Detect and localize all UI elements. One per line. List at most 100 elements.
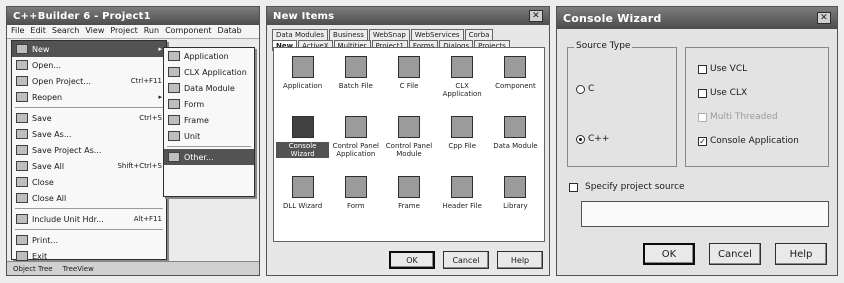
file-menu-item[interactable]: Save All Shift+Ctrl+S — [12, 158, 166, 174]
use-clx-label: Use CLX — [710, 88, 748, 98]
new-submenu-item[interactable]: CLX Application — [164, 64, 254, 80]
ok-button[interactable]: OK — [643, 243, 695, 265]
tab-webservices[interactable]: WebServices — [410, 29, 464, 40]
menu-search[interactable]: Search — [52, 26, 79, 37]
close-icon[interactable]: ✕ — [817, 12, 831, 24]
console-wizard-dialog: Console Wizard ✕ Source Type C C++ Use V… — [556, 6, 838, 276]
radio-cpp[interactable]: C++ — [576, 134, 609, 144]
clx-application-icon — [451, 56, 474, 78]
menu-edit[interactable]: Edit — [30, 26, 46, 37]
file-menu-item[interactable]: Save Project As... — [12, 142, 166, 158]
menu-run[interactable]: Run — [144, 26, 159, 37]
radio-c-label: C — [588, 84, 595, 94]
new-submenu-item[interactable]: Form — [164, 96, 254, 112]
item-dll-wizard[interactable]: DLL Wizard — [276, 176, 329, 228]
tab-business[interactable]: Business — [329, 29, 368, 40]
library-icon — [504, 176, 527, 198]
cbuilder-main-window: C++Builder 6 - Project1 File Edit Search Vi… — [6, 6, 260, 276]
file-menu-item-icon — [16, 193, 28, 203]
item-cpp-file[interactable]: Cpp File — [436, 116, 489, 168]
menu-datab[interactable]: Datab — [218, 26, 242, 37]
item-console-wizard[interactable]: Console Wizard — [276, 116, 330, 168]
file-menu-item-icon — [16, 76, 28, 86]
radio-cpp-label: C++ — [588, 134, 610, 144]
menu-separator — [15, 208, 163, 209]
radio-cpp-indicator — [576, 134, 585, 144]
menu-project[interactable]: Project — [110, 26, 137, 37]
new-submenu-item[interactable]: Unit — [164, 128, 254, 144]
help-button[interactable]: Help — [775, 243, 827, 265]
file-menu-item-label: Reopen — [32, 92, 63, 102]
file-menu-item-label: Save All — [32, 161, 65, 171]
header-file-icon — [451, 176, 474, 198]
item-header-file[interactable]: Header File — [436, 176, 489, 228]
item-application[interactable]: Application — [276, 56, 329, 108]
new-submenu-item-icon — [168, 67, 180, 77]
specify-source-checkbox[interactable] — [569, 183, 578, 192]
options-group: Use VCL Use CLX Multi Threaded ✓ Console… — [685, 47, 829, 167]
new-submenu-item-icon — [168, 51, 180, 61]
c-file-icon — [397, 56, 420, 78]
new-submenu-item[interactable]: Other... — [164, 149, 254, 165]
checkmark-icon: ✓ — [698, 136, 707, 146]
menu-view[interactable]: View — [85, 26, 104, 37]
console-application-checkbox[interactable]: ✓ Console Application — [698, 136, 799, 146]
new-submenu-item[interactable]: Application — [164, 48, 254, 64]
item-label: CLX Application — [442, 82, 482, 98]
file-menu-item-label: Include Unit Hdr... — [32, 214, 104, 224]
file-menu-item[interactable]: Open... — [12, 57, 166, 73]
source-type-group: Source Type C C++ — [567, 41, 677, 167]
menu-file[interactable]: File — [11, 26, 24, 37]
close-icon[interactable]: ✕ — [529, 10, 543, 22]
file-menu-item-label: Save As... — [32, 129, 72, 139]
item-label: Console Wizard — [276, 142, 330, 158]
file-menu-item[interactable]: Save As... — [12, 126, 166, 142]
help-button[interactable]: Help — [497, 251, 543, 269]
project-source-input[interactable] — [581, 201, 829, 227]
new-submenu-item[interactable]: Data Module — [164, 80, 254, 96]
window-title: C++Builder 6 - Project1 — [7, 7, 259, 25]
file-menu-item[interactable]: Close — [12, 174, 166, 190]
item-label: Batch File — [338, 82, 373, 90]
tab-data-modules[interactable]: Data Modules — [272, 29, 329, 40]
file-menu-item[interactable]: Open Project... Ctrl+F11 — [12, 73, 166, 89]
item-form[interactable]: Form — [329, 176, 382, 228]
tab-corba[interactable]: Corba — [464, 29, 494, 40]
item-c-file[interactable]: C File — [382, 56, 435, 108]
item-component[interactable]: Component — [489, 56, 542, 108]
radio-c-indicator — [576, 84, 585, 94]
file-menu-item[interactable]: Include Unit Hdr... Alt+F11 — [12, 211, 166, 227]
item-library[interactable]: Library — [489, 176, 542, 228]
item-frame[interactable]: Frame — [382, 176, 435, 228]
item-label: Data Module — [493, 142, 538, 150]
file-menu-item[interactable]: Close All — [12, 190, 166, 206]
use-clx-checkbox[interactable]: Use CLX — [698, 88, 747, 98]
item-clx-application[interactable]: CLX Application — [436, 56, 489, 108]
shortcut-label: Ctrl+S — [139, 114, 162, 122]
ok-button[interactable]: OK — [389, 251, 435, 269]
cancel-button[interactable]: Cancel — [443, 251, 489, 269]
dialog-title: Console Wizard ✕ — [557, 7, 837, 29]
cancel-button[interactable]: Cancel — [709, 243, 761, 265]
tab-websnap[interactable]: WebSnap — [368, 29, 410, 40]
menu-separator — [15, 229, 163, 230]
file-menu-item[interactable]: New ▸ — [12, 41, 166, 57]
new-submenu-item[interactable]: Frame — [164, 112, 254, 128]
checkbox-box — [698, 64, 707, 74]
multi-threaded-label: Multi Threaded — [710, 112, 778, 122]
item-control-panel-module[interactable]: Control Panel Module — [382, 116, 435, 168]
checkbox-box — [698, 88, 707, 98]
file-menu-item[interactable]: Print... — [12, 232, 166, 248]
multi-threaded-checkbox[interactable]: Multi Threaded — [698, 112, 778, 122]
item-data-module[interactable]: Data Module — [489, 116, 542, 168]
item-batch-file[interactable]: Batch File — [329, 56, 382, 108]
data-module-icon — [504, 116, 527, 138]
menu-component[interactable]: Component — [165, 26, 211, 37]
new-submenu-item-icon — [168, 83, 180, 93]
item-control-panel-application[interactable]: Control Panel Application — [329, 116, 382, 168]
file-menu-item[interactable]: Reopen ▸ — [12, 89, 166, 105]
radio-c[interactable]: C — [576, 84, 594, 94]
file-menu-item[interactable]: Save Ctrl+S — [12, 110, 166, 126]
control-panel-module-icon — [397, 116, 420, 138]
use-vcl-checkbox[interactable]: Use VCL — [698, 64, 747, 74]
